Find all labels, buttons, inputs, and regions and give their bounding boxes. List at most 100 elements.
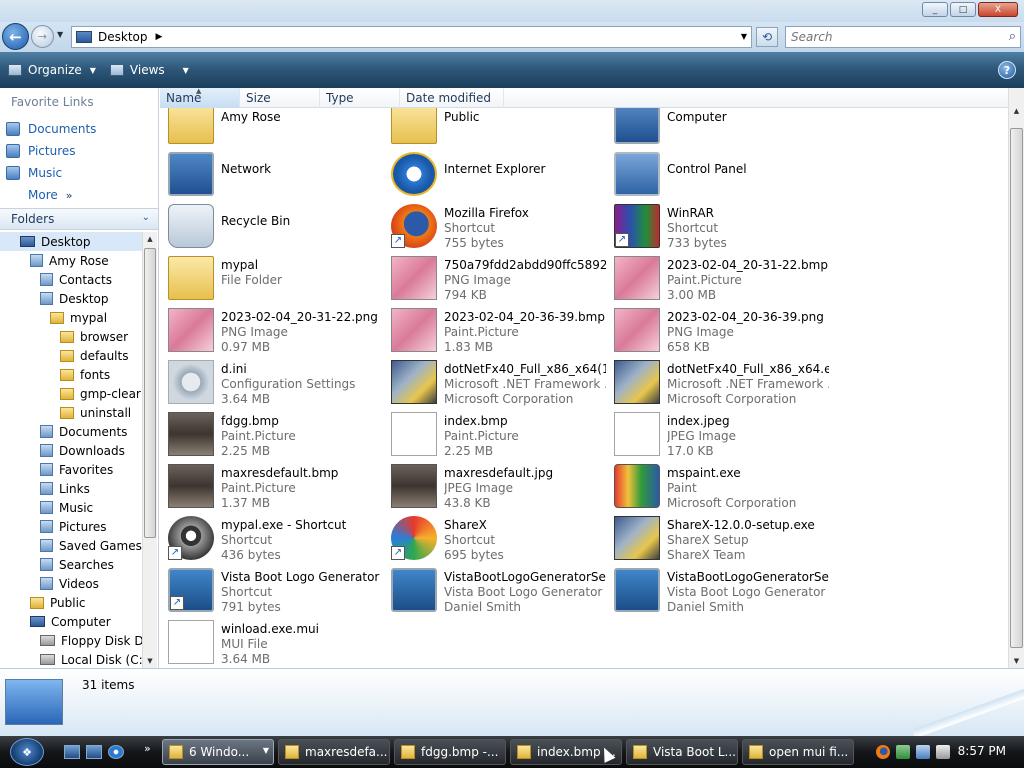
- file-item[interactable]: Network: [162, 148, 384, 200]
- file-item[interactable]: ShareX-12.0.0-setup.exe ShareX Setup Share…: [608, 512, 830, 564]
- volume-muted-icon[interactable]: [936, 745, 950, 759]
- help-button[interactable]: ?: [998, 61, 1016, 79]
- tree-item[interactable]: Downloads: [0, 441, 142, 460]
- network-tray-icon[interactable]: [916, 745, 930, 759]
- address-location[interactable]: Desktop: [98, 30, 148, 44]
- organize-button[interactable]: Organize ▼: [8, 63, 96, 77]
- clock[interactable]: 8:57 PM: [958, 744, 1006, 758]
- column-size[interactable]: Size: [240, 88, 320, 108]
- file-item[interactable]: ↗ ShareX Shortcut 695 bytes: [385, 512, 607, 564]
- close-button[interactable]: X: [978, 2, 1018, 17]
- breadcrumb-separator-icon[interactable]: ▶: [156, 32, 163, 42]
- tree-item[interactable]: browser: [0, 327, 142, 346]
- file-item[interactable]: Public: [385, 108, 607, 148]
- file-item[interactable]: maxresdefault.jpg JPEG Image 43.8 KB: [385, 460, 607, 512]
- tree-item[interactable]: Documents: [0, 422, 142, 441]
- file-item[interactable]: winload.exe.mui MUI File 3.64 MB: [162, 616, 384, 668]
- tree-item[interactable]: Favorites: [0, 460, 142, 479]
- file-item[interactable]: maxresdefault.bmp Paint.Picture 1.37 MB: [162, 460, 384, 512]
- file-item[interactable]: dotNetFx40_Full_x86_x64.exe Microsoft .NE…: [608, 356, 830, 408]
- scroll-down-icon[interactable]: ▼: [143, 654, 157, 668]
- column-date-modified[interactable]: Date modified: [400, 88, 504, 108]
- taskbar-button[interactable]: 6 Windo... ▼: [162, 739, 274, 765]
- file-item[interactable]: VistaBootLogoGeneratorSet... Vista Boot L…: [608, 564, 830, 616]
- file-item[interactable]: Recycle Bin: [162, 200, 384, 252]
- file-item[interactable]: fdgg.bmp Paint.Picture 2.25 MB: [162, 408, 384, 460]
- refresh-button[interactable]: ⟲: [756, 27, 778, 47]
- file-item[interactable]: ↗ WinRAR Shortcut 733 bytes: [608, 200, 830, 252]
- tree-item[interactable]: Links: [0, 479, 142, 498]
- file-item[interactable]: mypal File Folder: [162, 252, 384, 304]
- file-item[interactable]: ↗ Mozilla Firefox Shortcut 755 bytes: [385, 200, 607, 252]
- views-button[interactable]: Views ▼: [109, 63, 189, 77]
- address-bar[interactable]: Desktop ▶ ▼: [71, 26, 752, 48]
- tree-item[interactable]: Local Disk (C:): [0, 650, 142, 668]
- file-item[interactable]: 2023-02-04_20-36-39.png PNG Image 658 KB: [608, 304, 830, 356]
- quick-launch-overflow[interactable]: »: [144, 742, 151, 755]
- folder-tree-scrollbar[interactable]: ▲ ▼: [142, 232, 157, 668]
- scroll-up-icon[interactable]: ▲: [1009, 104, 1024, 118]
- search-icon[interactable]: ⌕: [1009, 29, 1016, 44]
- firefox-tray-icon[interactable]: [876, 745, 890, 759]
- taskbar-button[interactable]: open mui fi...: [742, 739, 854, 765]
- back-button[interactable]: ←: [2, 23, 29, 50]
- tree-item[interactable]: Computer: [0, 612, 142, 631]
- file-item[interactable]: d.ini Configuration Settings 3.64 MB: [162, 356, 384, 408]
- search-input[interactable]: [791, 30, 991, 44]
- favorite-link-more[interactable]: More »: [6, 184, 96, 206]
- minimize-button[interactable]: _: [922, 2, 948, 17]
- file-item[interactable]: Computer: [608, 108, 830, 148]
- search-box[interactable]: ⌕: [785, 26, 1021, 48]
- start-button[interactable]: ❖: [10, 738, 44, 766]
- file-item[interactable]: index.bmp Paint.Picture 2.25 MB: [385, 408, 607, 460]
- tree-item[interactable]: Contacts: [0, 270, 142, 289]
- maximize-button[interactable]: □: [950, 2, 976, 17]
- tree-item[interactable]: Music: [0, 498, 142, 517]
- tree-item[interactable]: Amy Rose: [0, 251, 142, 270]
- file-item[interactable]: dotNetFx40_Full_x86_x64(1)....Microsoft …: [385, 356, 607, 408]
- file-item[interactable]: 750a79fdd2abdd90ffc58925f...PNG Image794…: [385, 252, 607, 304]
- favorite-link-documents[interactable]: Documents: [6, 118, 96, 140]
- file-list-scrollbar[interactable]: ▲ ▼: [1008, 88, 1024, 668]
- tree-item[interactable]: Desktop: [0, 232, 142, 251]
- file-item[interactable]: Control Panel: [608, 148, 830, 200]
- address-dropdown-icon[interactable]: ▼: [741, 32, 747, 41]
- favorite-link-music[interactable]: Music: [6, 162, 96, 184]
- tree-item[interactable]: Saved Games: [0, 536, 142, 555]
- switch-windows-icon[interactable]: [86, 745, 102, 759]
- taskbar-button[interactable]: Vista Boot L...: [626, 739, 738, 765]
- tree-item[interactable]: Public: [0, 593, 142, 612]
- file-item[interactable]: 2023-02-04_20-31-22.bmp Paint.Picture 3.00…: [608, 252, 830, 304]
- favorite-link-pictures[interactable]: Pictures: [6, 140, 96, 162]
- column-name[interactable]: ▲ Name: [160, 87, 240, 108]
- tree-item[interactable]: Floppy Disk Dr: [0, 631, 142, 650]
- tree-item[interactable]: Pictures: [0, 517, 142, 536]
- scrollbar-thumb[interactable]: [144, 248, 156, 538]
- taskbar-button[interactable]: maxresdefa...: [278, 739, 390, 765]
- tree-item[interactable]: Searches: [0, 555, 142, 574]
- forward-button[interactable]: →: [31, 25, 54, 48]
- tree-item[interactable]: defaults: [0, 346, 142, 365]
- tree-item[interactable]: uninstall: [0, 403, 142, 422]
- scroll-down-icon[interactable]: ▼: [1009, 654, 1024, 668]
- file-item[interactable]: 2023-02-04_20-31-22.png PNG Image 0.97 MB: [162, 304, 384, 356]
- internet-explorer-icon[interactable]: [108, 745, 124, 759]
- folders-header[interactable]: Folders ⌄: [0, 208, 158, 230]
- tree-item[interactable]: Videos: [0, 574, 142, 593]
- taskbar-button[interactable]: fdgg.bmp -...: [394, 739, 506, 765]
- column-type[interactable]: Type: [320, 88, 400, 108]
- tree-item[interactable]: gmp-clearl: [0, 384, 142, 403]
- file-item[interactable]: Amy Rose: [162, 108, 384, 148]
- tree-item[interactable]: fonts: [0, 365, 142, 384]
- file-item[interactable]: 2023-02-04_20-36-39.bmp Paint.Picture 1.83…: [385, 304, 607, 356]
- tree-item[interactable]: Desktop: [0, 289, 142, 308]
- scroll-up-icon[interactable]: ▲: [143, 232, 157, 246]
- recent-pages-dropdown[interactable]: ▼: [57, 30, 63, 39]
- scrollbar-thumb[interactable]: [1010, 128, 1023, 648]
- network-status-icon[interactable]: [896, 745, 910, 759]
- file-item[interactable]: ↗ mypal.exe - Shortcut Shortcut 436 bytes: [162, 512, 384, 564]
- file-item[interactable]: index.jpeg JPEG Image 17.0 KB: [608, 408, 830, 460]
- file-item[interactable]: ↗ Vista Boot Logo Generator Shortcut 791 by…: [162, 564, 384, 616]
- show-desktop-icon[interactable]: [64, 745, 80, 759]
- tree-item[interactable]: mypal: [0, 308, 142, 327]
